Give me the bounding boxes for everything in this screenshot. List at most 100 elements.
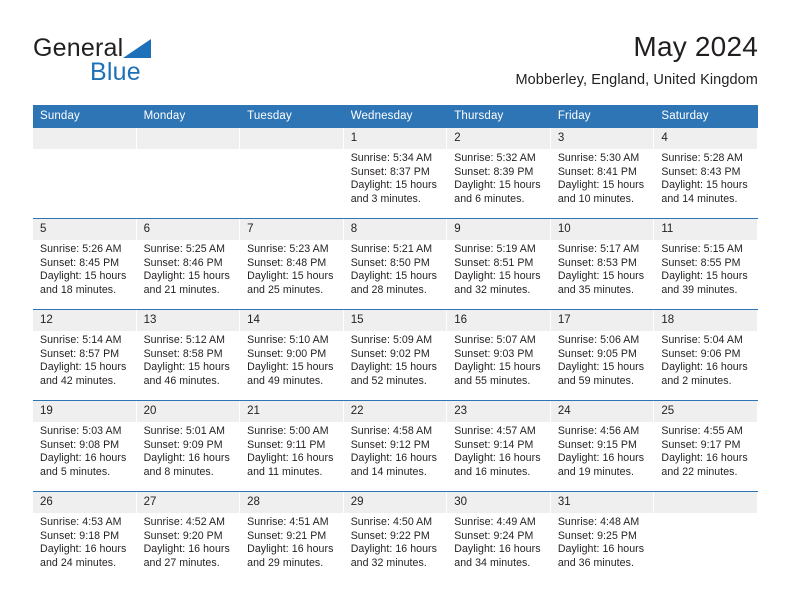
calendar-day-cell[interactable]: 5 Sunrise: 5:26 AM Sunset: 8:45 PM Daylight… xyxy=(33,218,137,310)
title-block: May 2024 Mobberley, England, United King… xyxy=(515,30,758,90)
day-details: Sunrise: 5:09 AM Sunset: 9:02 PM Daylight:… xyxy=(344,331,448,388)
daylight-duration-line-2: and 35 minutes. xyxy=(557,283,634,296)
daylight-duration-line-2: and 6 minutes. xyxy=(454,192,525,205)
daylight-duration-line-1: Daylight: 16 hours xyxy=(40,452,127,465)
sunset-time: Sunset: 8:45 PM xyxy=(40,256,120,269)
calendar-day-cell[interactable]: 21 Sunrise: 5:00 AM Sunset: 9:11 PM Dayligh… xyxy=(240,400,344,492)
calendar-day-cell[interactable]: 7 Sunrise: 5:23 AM Sunset: 8:48 PM Daylight… xyxy=(240,218,344,310)
daylight-duration-line-1: Daylight: 15 hours xyxy=(661,179,748,192)
calendar-day-cell[interactable]: 4 Sunrise: 5:28 AM Sunset: 8:43 PM Daylight… xyxy=(654,128,758,219)
daylight-duration-line-1: Daylight: 16 hours xyxy=(350,452,437,465)
daylight-duration-line-1: Daylight: 15 hours xyxy=(557,270,645,283)
day-details: Sunrise: 5:25 AM Sunset: 8:46 PM Daylight:… xyxy=(137,240,241,297)
sunset-time: Sunset: 9:00 PM xyxy=(247,347,327,360)
calendar-day-cell[interactable]: 29 Sunrise: 4:50 AM Sunset: 9:22 PM Dayligh… xyxy=(343,491,448,582)
day-details: Sunrise: 5:15 AM Sunset: 8:55 PM Daylight:… xyxy=(654,240,758,297)
daylight-duration-line-1: Daylight: 15 hours xyxy=(661,270,748,283)
sunrise-time: Sunrise: 5:04 AM xyxy=(661,334,743,346)
calendar-day-cell[interactable]: 3 Sunrise: 5:30 AM Sunset: 8:41 PM Daylight… xyxy=(550,128,655,219)
sunset-time: Sunset: 9:11 PM xyxy=(247,438,326,451)
general-blue-logo: General Blue xyxy=(33,34,233,92)
daylight-duration-line-1: Daylight: 15 hours xyxy=(350,361,437,374)
sunset-time: Sunset: 8:50 PM xyxy=(350,256,430,269)
daylight-duration-line-2: and 32 minutes. xyxy=(454,283,531,296)
daylight-duration-line-2: and 19 minutes. xyxy=(557,465,634,478)
daylight-duration-line-1: Daylight: 16 hours xyxy=(557,543,645,556)
sunset-time: Sunset: 9:24 PM xyxy=(454,529,534,542)
calendar-day-cell[interactable]: 22 Sunrise: 4:58 AM Sunset: 9:12 PM Dayligh… xyxy=(343,400,448,492)
calendar-week-row: 5 Sunrise: 5:26 AM Sunset: 8:45 PM Daylight… xyxy=(33,218,758,310)
calendar-day-cell-empty xyxy=(654,491,758,582)
calendar-day-cell[interactable]: 19 Sunrise: 5:03 AM Sunset: 9:08 PM Dayligh… xyxy=(33,400,137,492)
daylight-duration-line-1: Daylight: 16 hours xyxy=(143,452,230,465)
day-number: 8 xyxy=(343,219,448,240)
sunrise-time: Sunrise: 5:17 AM xyxy=(557,243,640,255)
day-number: 25 xyxy=(654,401,758,422)
sunrise-time: Sunrise: 5:26 AM xyxy=(40,243,122,255)
calendar-day-cell[interactable]: 8 Sunrise: 5:21 AM Sunset: 8:50 PM Daylight… xyxy=(343,218,448,310)
day-number: 4 xyxy=(654,128,758,149)
calendar-day-cell[interactable]: 12 Sunrise: 5:14 AM Sunset: 8:57 PM Dayligh… xyxy=(33,309,137,401)
daylight-duration-line-2: and 18 minutes. xyxy=(40,283,117,296)
calendar-day-cell[interactable]: 23 Sunrise: 4:57 AM Sunset: 9:14 PM Dayligh… xyxy=(447,400,551,492)
calendar-day-cell[interactable]: 18 Sunrise: 5:04 AM Sunset: 9:06 PM Dayligh… xyxy=(654,309,758,401)
calendar-header-row: Sunday Monday Tuesday Wednesday Thursday… xyxy=(33,105,758,128)
daylight-duration-line-2: and 14 minutes. xyxy=(661,192,738,205)
calendar-day-cell[interactable]: 1 Sunrise: 5:34 AM Sunset: 8:37 PM Daylight… xyxy=(343,128,448,219)
calendar-day-cell[interactable]: 31 Sunrise: 4:48 AM Sunset: 9:25 PM Dayligh… xyxy=(550,491,655,582)
calendar-day-cell[interactable]: 26 Sunrise: 4:53 AM Sunset: 9:18 PM Dayligh… xyxy=(33,491,137,582)
calendar-day-cell[interactable]: 9 Sunrise: 5:19 AM Sunset: 8:51 PM Daylight… xyxy=(447,218,551,310)
daylight-duration-line-2: and 34 minutes. xyxy=(454,556,531,569)
daylight-duration-line-1: Daylight: 16 hours xyxy=(454,543,541,556)
sunset-time: Sunset: 9:12 PM xyxy=(350,438,430,451)
sunset-time: Sunset: 8:43 PM xyxy=(661,165,741,178)
calendar-day-cell[interactable]: 11 Sunrise: 5:15 AM Sunset: 8:55 PM Dayligh… xyxy=(654,218,758,310)
day-number xyxy=(136,128,241,149)
day-number: 16 xyxy=(447,310,551,331)
calendar-day-cell[interactable]: 10 Sunrise: 5:17 AM Sunset: 8:53 PM Dayligh… xyxy=(550,218,655,310)
daylight-duration-line-1: Daylight: 15 hours xyxy=(143,270,230,283)
sunrise-time: Sunrise: 4:48 AM xyxy=(557,516,640,528)
sunrise-time: Sunrise: 4:52 AM xyxy=(143,516,226,528)
day-number xyxy=(654,492,758,513)
day-number: 14 xyxy=(240,310,344,331)
calendar-day-cell[interactable]: 16 Sunrise: 5:07 AM Sunset: 9:03 PM Dayligh… xyxy=(447,309,551,401)
day-number xyxy=(33,128,137,149)
day-number: 19 xyxy=(33,401,137,422)
calendar-day-cell[interactable]: 25 Sunrise: 4:55 AM Sunset: 9:17 PM Dayligh… xyxy=(654,400,758,492)
calendar-day-cell-empty xyxy=(33,128,137,219)
sunrise-time: Sunrise: 4:50 AM xyxy=(350,516,433,528)
sunrise-time: Sunrise: 5:34 AM xyxy=(350,152,433,164)
day-number: 6 xyxy=(136,219,241,240)
day-number: 18 xyxy=(654,310,758,331)
sunrise-time: Sunrise: 5:00 AM xyxy=(247,425,329,437)
calendar-day-cell[interactable]: 13 Sunrise: 5:12 AM Sunset: 8:58 PM Dayligh… xyxy=(136,309,241,401)
calendar-day-cell[interactable]: 24 Sunrise: 4:56 AM Sunset: 9:15 PM Dayligh… xyxy=(550,400,655,492)
sunrise-time: Sunrise: 4:57 AM xyxy=(454,425,536,437)
day-number: 30 xyxy=(447,492,551,513)
sunset-time: Sunset: 9:20 PM xyxy=(143,529,223,542)
sunset-time: Sunset: 9:17 PM xyxy=(661,438,741,451)
calendar-body: 1 Sunrise: 5:34 AM Sunset: 8:37 PM Daylight… xyxy=(33,128,758,582)
calendar-day-cell[interactable]: 2 Sunrise: 5:32 AM Sunset: 8:39 PM Daylight… xyxy=(447,128,551,219)
daylight-duration-line-1: Daylight: 15 hours xyxy=(350,270,437,283)
calendar-day-cell[interactable]: 14 Sunrise: 5:10 AM Sunset: 9:00 PM Dayligh… xyxy=(240,309,344,401)
calendar-week-row: 1 Sunrise: 5:34 AM Sunset: 8:37 PM Daylight… xyxy=(33,128,758,219)
sunset-time: Sunset: 9:06 PM xyxy=(661,347,741,360)
daylight-duration-line-2: and 49 minutes. xyxy=(247,374,324,387)
sunrise-time: Sunrise: 5:06 AM xyxy=(557,334,640,346)
calendar-day-cell[interactable]: 30 Sunrise: 4:49 AM Sunset: 9:24 PM Dayligh… xyxy=(447,491,551,582)
page-title: May 2024 xyxy=(633,31,758,62)
calendar-day-cell[interactable]: 20 Sunrise: 5:01 AM Sunset: 9:09 PM Dayligh… xyxy=(136,400,241,492)
calendar-day-cell[interactable]: 17 Sunrise: 5:06 AM Sunset: 9:05 PM Dayligh… xyxy=(550,309,655,401)
sunset-time: Sunset: 8:57 PM xyxy=(40,347,120,360)
calendar-day-cell[interactable]: 15 Sunrise: 5:09 AM Sunset: 9:02 PM Dayligh… xyxy=(343,309,448,401)
calendar-day-cell[interactable]: 27 Sunrise: 4:52 AM Sunset: 9:20 PM Dayligh… xyxy=(136,491,241,582)
sunrise-time: Sunrise: 5:03 AM xyxy=(40,425,122,437)
daylight-duration-line-1: Daylight: 15 hours xyxy=(557,361,645,374)
sunrise-sunset-calendar: Sunday Monday Tuesday Wednesday Thursday… xyxy=(33,105,758,582)
day-details: Sunrise: 5:00 AM Sunset: 9:11 PM Daylight:… xyxy=(240,422,344,479)
day-number: 29 xyxy=(343,492,448,513)
calendar-day-cell[interactable]: 6 Sunrise: 5:25 AM Sunset: 8:46 PM Daylight… xyxy=(136,218,241,310)
calendar-day-cell[interactable]: 28 Sunrise: 4:51 AM Sunset: 9:21 PM Dayligh… xyxy=(240,491,344,582)
